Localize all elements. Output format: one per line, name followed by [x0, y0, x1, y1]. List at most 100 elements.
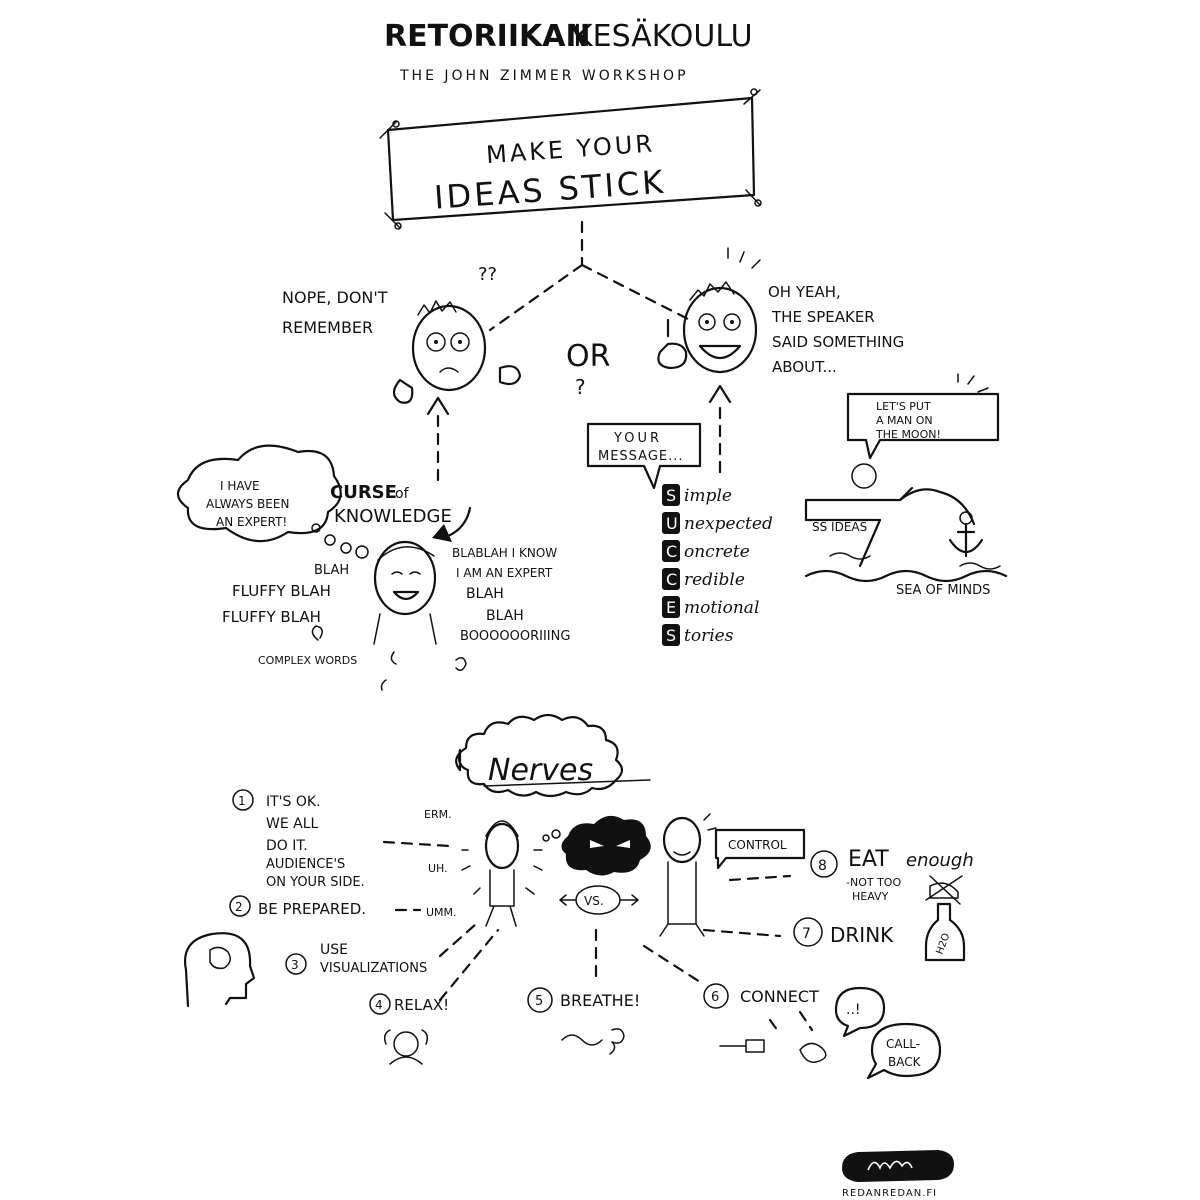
iam-expert: I AM AN EXPERT	[456, 566, 553, 580]
signature-blob	[842, 1150, 954, 1182]
hand-right-icon	[498, 365, 522, 386]
success-word: oncrete	[684, 542, 750, 562]
callback-line2: BACK	[888, 1055, 922, 1069]
oh-line3: SAID SOMETHING	[772, 333, 904, 351]
boring: BOOOOOORIIING	[460, 629, 570, 644]
bottle-label: H2O	[935, 932, 953, 956]
tip2-text: BE PREPARED.	[258, 900, 366, 918]
footer: REDANREDAN.FI	[842, 1150, 954, 1199]
tip5-text: BREATHE!	[560, 991, 640, 1010]
tip1-line3: DO IT.	[266, 838, 308, 854]
ship-label: SS IDEAS	[812, 520, 867, 534]
success-word: redible	[684, 570, 745, 590]
bubble-dots: ..!	[846, 1002, 861, 1018]
tip1-line5: ON YOUR SIDE.	[266, 875, 365, 890]
message-line2: MESSAGE...	[598, 449, 684, 464]
brain-icon	[209, 946, 231, 970]
success-letter: U	[666, 514, 678, 533]
handshake-icon	[799, 1042, 827, 1063]
message-line1: YOUR	[613, 431, 662, 446]
oh-line1: OH YEAH,	[768, 283, 841, 301]
oh-line2: THE SPEAKER	[771, 308, 875, 326]
success-word: tories	[684, 626, 734, 646]
banner-line2: IDEAS STICK	[433, 163, 667, 217]
ship-deck	[804, 486, 914, 522]
head-confused	[411, 304, 487, 392]
success-letter: C	[666, 542, 677, 561]
thought-line2: ALWAYS BEEN	[206, 497, 289, 511]
head-expert	[373, 540, 437, 616]
tip6-number: 6	[711, 990, 719, 1005]
success-letter: S	[666, 626, 676, 645]
dark-cloud	[561, 815, 651, 876]
thought-line1: I HAVE	[220, 479, 260, 493]
sketchnote-canvas: RETORIIKAN KESÄKOULU THE JOHN ZIMMER WOR…	[176, 18, 1008, 1199]
filler-erm: ERM.	[424, 808, 452, 821]
confused-face: ?? NOPE, DON'T REMEMBER	[282, 264, 522, 404]
anchor-icon	[948, 522, 984, 558]
filler-umm: UMM.	[426, 906, 457, 919]
curse-of: of	[395, 486, 410, 502]
tip7-number: 7	[802, 926, 811, 942]
brand-light: KESÄKOULU	[573, 18, 753, 54]
callback-bubble	[866, 1022, 942, 1080]
plug-icon	[719, 1039, 765, 1053]
tip6-text: CONNECT	[740, 987, 819, 1006]
tip7-text: DRINK	[830, 923, 894, 947]
nerves-section: Nerves 1 IT'S OK. WE ALL DO IT. AUDIENCE…	[183, 713, 974, 1080]
curse-of-knowledge: I HAVE ALWAYS BEEN AN EXPERT! CURSE of K…	[176, 444, 570, 691]
success-word: motional	[684, 598, 759, 618]
head-profile-icon	[183, 932, 256, 1008]
happy-face: OH YEAH, THE SPEAKER SAID SOMETHING ABOU…	[657, 247, 904, 376]
success-model: YOUR MESSAGE...	[586, 422, 702, 490]
tip8-number: 8	[818, 858, 827, 874]
finger-up-icon	[657, 318, 688, 370]
success-list: Simple U nexpected C oncrete C redible E motiona…	[662, 484, 773, 646]
curse-title-line2: KNOWLEDGE	[334, 506, 452, 527]
hand-left-icon	[392, 378, 414, 404]
tip2-number: 2	[235, 900, 243, 914]
blah-3: BLAH	[486, 608, 524, 624]
tip1-line1: IT'S OK.	[266, 794, 321, 810]
success-word: nexpected	[684, 514, 773, 534]
relax-person-icon	[393, 1031, 419, 1057]
food-crossed-icon	[925, 875, 963, 905]
tip8-sub1: -NOT TOO	[846, 876, 901, 889]
complex-words: COMPLEX WORDS	[258, 654, 357, 667]
nope-line1: NOPE, DON'T	[282, 288, 388, 307]
control-label: CONTROL	[728, 838, 787, 852]
tip3-line2: VISUALIZATIONS	[320, 961, 427, 976]
blah-2: BLAH	[466, 586, 504, 602]
blablah: BLABLAH I KNOW	[452, 546, 557, 560]
fluffy-1: FLUFFY BLAH	[232, 582, 331, 600]
banner-line1: MAKE YOUR	[485, 129, 656, 169]
tip5-number: 5	[535, 994, 543, 1009]
title-banner: MAKE YOUR IDEAS STICK	[379, 88, 762, 230]
success-letter: C	[666, 570, 677, 589]
tip1-line2: WE ALL	[266, 816, 319, 832]
success-letter: S	[666, 486, 676, 505]
rope	[898, 488, 976, 526]
or-question: ?	[575, 375, 586, 399]
moon-line2: A MAN ON	[876, 414, 933, 427]
curse-title: CURSE	[330, 482, 397, 503]
sea-label: SEA OF MINDS	[896, 583, 990, 598]
tip1-line4: AUDIENCE'S	[266, 857, 345, 872]
or-label: OR	[566, 339, 610, 374]
tip8-sub2: HEAVY	[852, 890, 889, 903]
header: RETORIIKAN KESÄKOULU THE JOHN ZIMMER WOR…	[384, 18, 753, 84]
success-letter: E	[666, 598, 676, 617]
filler-uh: UH.	[428, 862, 448, 875]
moon-line1: LET'S PUT	[876, 400, 931, 413]
moon-line3: THE MOON!	[875, 428, 941, 441]
tip4-number: 4	[375, 998, 383, 1012]
oh-line4: ABOUT...	[772, 358, 837, 376]
tip8-enough: enough	[906, 850, 974, 871]
head-happy	[682, 286, 758, 374]
pin-icon	[750, 88, 758, 96]
nervous-person-head	[484, 822, 520, 870]
breath-icon	[561, 1028, 625, 1055]
tip8-eat: EAT	[848, 847, 889, 872]
brand-bold: RETORIIKAN	[384, 19, 591, 54]
captain-head	[851, 463, 877, 489]
